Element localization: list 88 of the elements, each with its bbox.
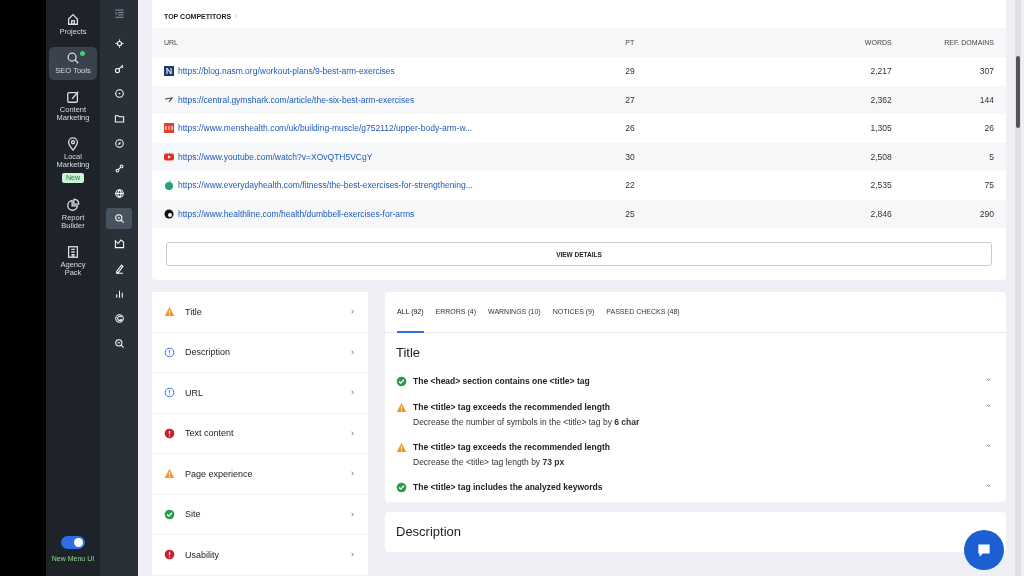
info-icon — [164, 387, 175, 399]
table-cell: 2,535 — [833, 171, 904, 200]
check-icon — [396, 376, 407, 387]
table-cell: 144 — [903, 85, 1006, 114]
table-cell: 25 — [613, 199, 834, 228]
info-icon — [164, 346, 175, 358]
check-title: The <title> tag includes the analyzed keywords — [413, 482, 604, 492]
folder-icon — [113, 113, 125, 124]
chevron-right-icon — [349, 510, 356, 518]
site-favicon-icon — [164, 151, 174, 162]
search-icon — [66, 51, 80, 65]
chevron-right-icon — [349, 308, 356, 316]
section-heading: Title — [395, 344, 422, 362]
table-cell: 22 — [613, 171, 834, 200]
bar-chart-icon — [113, 288, 125, 299]
table-cell: 1,305 — [833, 114, 904, 143]
info-icon — [234, 13, 239, 19]
warning-icon — [164, 306, 175, 318]
warning-icon — [396, 442, 407, 453]
key-icon — [113, 63, 125, 74]
menu-icon — [113, 8, 125, 19]
error-icon — [164, 549, 175, 561]
site-favicon-icon — [164, 123, 174, 134]
pencil-icon — [113, 263, 125, 274]
chat-bubble-icon — [975, 541, 993, 559]
check-title: The <head> section contains one <title> tag — [413, 376, 591, 386]
search-icon — [113, 213, 125, 224]
tool-button[interactable] — [106, 208, 132, 229]
category-item[interactable]: Title — [152, 292, 368, 333]
check-detail: Decrease the number of symbols in the <title> tag by 6 char — [413, 417, 641, 427]
target-icon — [113, 38, 125, 49]
site-favicon-icon — [164, 180, 174, 191]
table-cell: 26 — [903, 114, 1006, 143]
url-link[interactable]: https://www.everydayhealth.com/fitness/the-best-exercises-for-strengthening... — [164, 180, 602, 191]
category-item[interactable]: Page experience — [152, 454, 368, 495]
site-favicon-icon — [164, 94, 174, 105]
home-icon — [66, 12, 80, 26]
warning-icon — [164, 468, 175, 480]
check-icon — [396, 482, 407, 493]
table-cell: 2,217 — [833, 57, 904, 86]
chevron-right-icon — [349, 551, 356, 559]
table-cell: 75 — [903, 171, 1006, 200]
circle-icon — [113, 88, 125, 99]
category-item[interactable]: URL — [152, 373, 368, 414]
check-title: The <title> tag exceeds the recommended length — [413, 402, 611, 412]
check-detail: Decrease the <title> tag length by 73 px — [413, 457, 566, 467]
chevron-down-icon — [985, 482, 992, 489]
compass-icon — [113, 138, 125, 149]
category-item[interactable]: Description — [152, 332, 368, 373]
check-title: The <title> tag exceeds the recommended length — [413, 442, 611, 452]
table-cell: 307 — [903, 57, 1006, 86]
chevron-right-icon — [349, 429, 356, 437]
location-pin-icon — [66, 137, 80, 151]
toggle-switch[interactable] — [61, 536, 85, 549]
pie-chart-icon — [66, 198, 80, 212]
globe-icon — [113, 188, 125, 199]
chevron-right-icon — [349, 389, 356, 397]
check-icon — [164, 508, 175, 520]
site-favicon-icon — [164, 208, 174, 219]
link-icon — [113, 163, 125, 174]
table-cell: 29 — [613, 57, 834, 86]
table-cell: 290 — [903, 199, 1006, 228]
table-cell: 26 — [613, 114, 834, 143]
table-cell: 5 — [903, 142, 1006, 171]
chevron-down-icon — [985, 376, 992, 383]
pencil-square-icon — [66, 90, 80, 104]
chevron-right-icon — [349, 470, 356, 478]
warning-icon — [396, 402, 407, 413]
url-link[interactable]: https://www.menshealth.com/uk/building-muscle/g752112/upper-body-arm-w... — [164, 123, 602, 134]
table-cell: 2,362 — [833, 85, 904, 114]
site-favicon-icon — [164, 66, 174, 77]
error-icon — [164, 427, 175, 439]
table-cell: 2,846 — [833, 199, 904, 228]
category-item[interactable]: Site — [152, 494, 368, 535]
chevron-down-icon — [985, 442, 992, 449]
scrollbar[interactable] — [1016, 56, 1020, 128]
chat-button[interactable] — [964, 530, 1004, 570]
landscape-icon — [113, 238, 125, 249]
url-link[interactable]: https://blog.nasm.org/workout-plans/9-best-arm-exercises — [164, 66, 602, 77]
chevron-down-icon — [985, 402, 992, 409]
table-cell: 27 — [613, 85, 834, 114]
category-item[interactable]: Usability — [152, 535, 368, 576]
table-cell: 30 — [613, 142, 834, 171]
section-heading: Description — [395, 523, 463, 541]
table-cell: 2,508 — [833, 142, 904, 171]
zoom-icon — [113, 338, 125, 349]
chevron-right-icon — [349, 348, 356, 356]
category-item[interactable]: Text content — [152, 413, 368, 454]
